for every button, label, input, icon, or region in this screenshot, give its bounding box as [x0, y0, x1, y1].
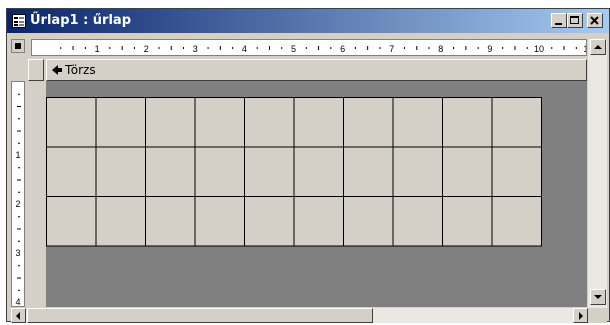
title-bar[interactable]: Űrlap1 : űrlap — [7, 9, 609, 33]
ruler-tick — [330, 47, 332, 49]
horizontal-ruler: 1 2 3 4 5 6 7 8 9 10 11 — [31, 39, 587, 56]
maximize-button[interactable] — [567, 13, 583, 28]
ruler-tick — [84, 47, 86, 49]
ruler-tick — [121, 46, 123, 50]
ruler-label: 1 — [95, 44, 100, 54]
ruler-tick — [60, 47, 62, 49]
form-icon — [12, 14, 26, 28]
window-title: Űrlap1 : űrlap — [30, 13, 131, 28]
arrow-up-icon — [594, 45, 602, 49]
ruler-tick — [18, 216, 20, 218]
ruler-tick — [575, 47, 577, 49]
ruler-tick — [416, 46, 418, 50]
scroll-down-button[interactable] — [590, 289, 606, 305]
section-selector[interactable] — [28, 59, 44, 81]
ruler-label: 4 — [242, 44, 247, 54]
ruler-tick — [453, 47, 455, 49]
scroll-left-button[interactable] — [11, 308, 26, 323]
ruler-tick — [72, 46, 74, 50]
ruler-tick — [109, 47, 111, 49]
ruler-tick — [477, 47, 479, 49]
vertical-scrollbar[interactable] — [588, 39, 607, 308]
ruler-tick — [207, 47, 209, 49]
ruler-tick — [17, 130, 21, 132]
ruler-tick — [18, 167, 20, 169]
ruler-tick — [133, 47, 135, 49]
horizontal-scrollbar[interactable] — [11, 308, 588, 323]
ruler-label: 11 — [583, 44, 587, 54]
vertical-ruler-scale: 1 2 3 4 — [15, 93, 21, 307]
ruler-tick — [18, 289, 20, 291]
ruler-label: 4 — [15, 297, 20, 307]
ruler-tick — [183, 47, 185, 49]
ruler-tick — [18, 142, 20, 144]
arrow-left-icon — [16, 312, 20, 320]
ruler-tick — [17, 179, 21, 181]
ruler-tick — [17, 106, 21, 107]
form-design-canvas[interactable] — [46, 81, 587, 307]
ruler-tick — [170, 46, 172, 50]
ruler-tick — [403, 47, 405, 49]
scroll-up-button[interactable] — [590, 39, 606, 55]
form-selector[interactable] — [11, 39, 25, 53]
section-header-torzs[interactable]: Törzs — [46, 59, 587, 81]
ruler-tick — [17, 277, 21, 279]
ruler-label: 2 — [15, 199, 20, 209]
ruler-tick — [428, 47, 430, 49]
ruler-tick — [219, 46, 221, 50]
close-button[interactable] — [587, 13, 603, 28]
ruler-tick — [367, 46, 369, 50]
ruler-tick — [354, 47, 356, 49]
form-design-window: Űrlap1 : űrlap 1 2 3 4 5 6 7 8 9 10 11 Törzs 1 2 3 4 — [6, 8, 610, 323]
ruler-tick — [18, 265, 20, 267]
horizontal-scroll-thumb[interactable] — [27, 308, 373, 323]
ruler-tick — [318, 46, 320, 50]
ruler-label: 9 — [487, 44, 492, 54]
ruler-tick — [158, 47, 160, 49]
ruler-label: 10 — [534, 44, 544, 54]
ruler-tick — [18, 93, 20, 95]
ruler-tick — [256, 47, 258, 49]
ruler-tick — [514, 46, 516, 50]
ruler-tick — [563, 46, 565, 50]
ruler-tick — [17, 228, 21, 230]
minimize-button[interactable] — [551, 13, 567, 28]
ruler-tick — [502, 47, 504, 49]
horizontal-ruler-scale: 1 2 3 4 5 6 7 8 9 10 11 — [60, 44, 587, 54]
ruler-label: 2 — [144, 44, 149, 54]
ruler-tick — [526, 47, 528, 49]
maximize-icon — [570, 16, 579, 24]
arrow-right-icon — [579, 312, 583, 320]
ruler-tick — [18, 118, 20, 120]
ruler-label: 1 — [15, 150, 20, 160]
ruler-tick — [305, 47, 307, 49]
vertical-ruler: 1 2 3 4 — [11, 81, 25, 307]
ruler-label: 6 — [340, 44, 345, 54]
ruler-tick — [18, 191, 20, 193]
minimize-icon — [555, 23, 562, 25]
ruler-label: 8 — [438, 44, 443, 54]
scrollbar-corner — [588, 308, 607, 323]
scroll-right-button[interactable] — [573, 308, 588, 323]
section-label: Törzs — [65, 63, 96, 77]
close-icon — [590, 16, 599, 25]
ruler-label: 5 — [291, 44, 296, 54]
ruler-tick — [551, 47, 553, 49]
ruler-tick — [18, 240, 20, 242]
ruler-tick — [232, 47, 234, 49]
ruler-tick — [379, 47, 381, 49]
ruler-label: 7 — [389, 44, 394, 54]
ruler-tick — [281, 47, 283, 49]
detail-section-grid[interactable] — [46, 97, 546, 247]
ruler-label: 3 — [193, 44, 198, 54]
section-arrow-icon — [52, 65, 62, 75]
ruler-tick — [465, 46, 467, 50]
ruler-tick — [268, 46, 270, 50]
ruler-label: 3 — [15, 248, 20, 258]
arrow-down-icon — [594, 295, 602, 299]
